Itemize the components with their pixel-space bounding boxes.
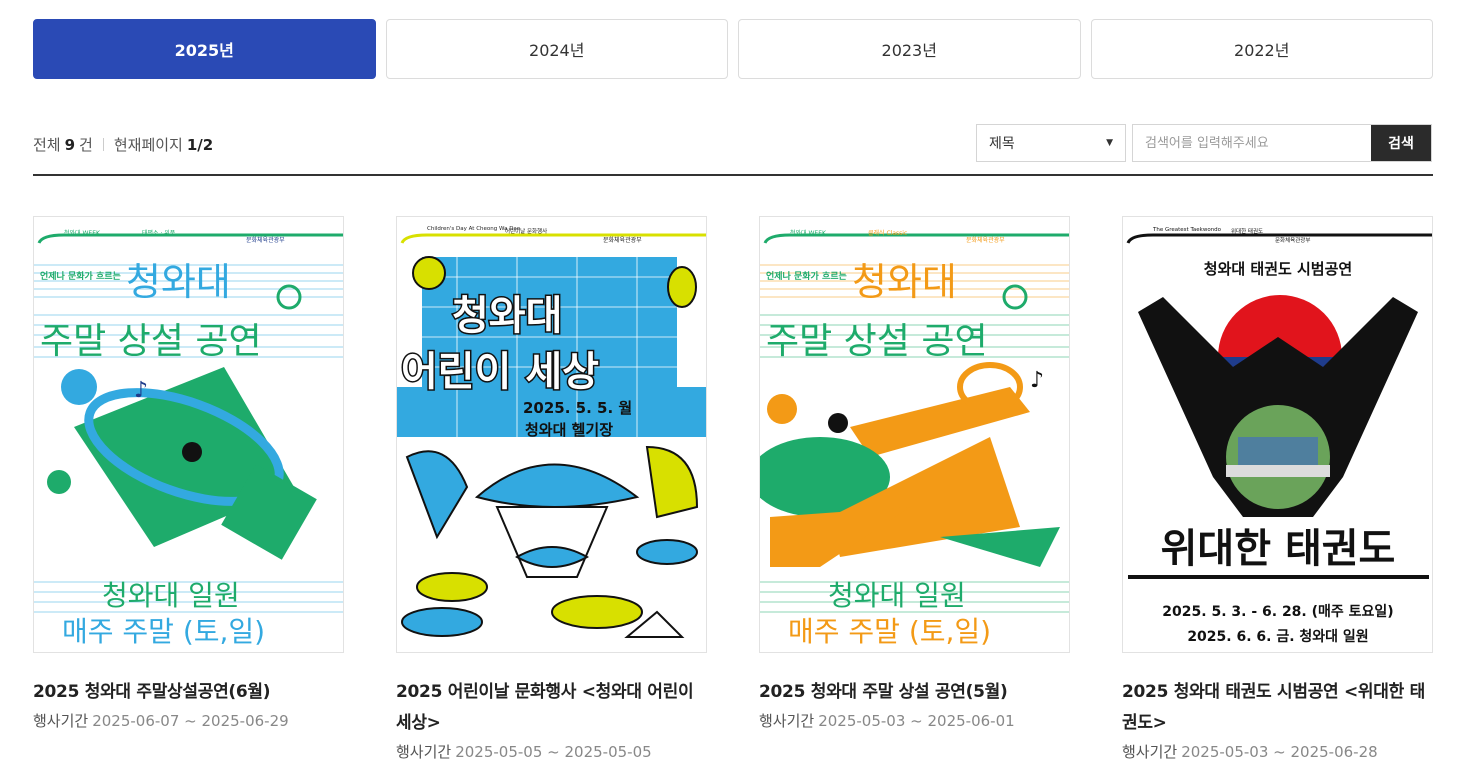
- dropdown-arrow-icon: ▼: [1106, 138, 1113, 148]
- poster-tagline: 언제나 문화가 흐르는: [40, 270, 121, 282]
- poster-headline-1: 청와대: [452, 293, 562, 339]
- poster-taekwondo: The Greatest Taekwondo 위대한 태권도 문화체육관광부 청…: [1123, 217, 1432, 652]
- poster-headline-2: 어린이 세상: [401, 349, 599, 395]
- poster-subhead: 주말 상설 공연: [40, 321, 262, 362]
- poster-headline: 청와대: [852, 260, 957, 304]
- poster-childrens-day: Children's Day At Cheong Wa Dae 어린이날 문화행…: [397, 217, 706, 652]
- svg-text:♪: ♪: [134, 378, 148, 403]
- event-poster[interactable]: 청와대 WEEK 태평소 · 위풍 문화체육관광부 언제나 문화가 흐르는 청와…: [33, 216, 344, 653]
- poster-top-left: 청와대 WEEK: [64, 229, 101, 237]
- poster-weekend-may: 청와대 WEEK 클래식 Classic 문화체육관광부 언제나 문화가 흐르는…: [760, 217, 1069, 652]
- search-field-select[interactable]: 제목 ▼: [976, 124, 1126, 162]
- period-dates: 2025-05-03 ~ 2025-06-28: [1181, 743, 1378, 761]
- event-poster[interactable]: The Greatest Taekwondo 위대한 태권도 문화체육관광부 청…: [1122, 216, 1433, 653]
- period-dates: 2025-06-07 ~ 2025-06-29: [92, 712, 289, 730]
- poster-schedule: 매주 주말 (토,일): [788, 615, 991, 648]
- total-count: 9: [64, 135, 76, 154]
- search-input[interactable]: [1133, 125, 1371, 161]
- tab-2025[interactable]: 2025년: [33, 19, 376, 79]
- event-card[interactable]: 청와대 WEEK 클래식 Classic 문화체육관광부 언제나 문화가 흐르는…: [759, 216, 1070, 762]
- poster-place: 청와대 일원: [828, 579, 966, 612]
- total-label: 전체: [33, 136, 61, 154]
- poster-place: 청와대 헬기장: [525, 421, 613, 439]
- total-unit: 건: [79, 136, 93, 154]
- search-bar: 제목 ▼ 검색: [976, 124, 1432, 162]
- period-label: 행사기간: [33, 712, 89, 730]
- poster-org: 문화체육관광부: [246, 236, 285, 244]
- search-field-value: 제목: [989, 136, 1015, 152]
- event-poster[interactable]: 청와대 WEEK 클래식 Classic 문화체육관광부 언제나 문화가 흐르는…: [759, 216, 1070, 653]
- event-title[interactable]: 2025 청와대 태권도 시범공연 <위대한 태권도>: [1122, 677, 1433, 739]
- tab-2022[interactable]: 2022년: [1090, 19, 1433, 79]
- page-label: 현재페이지: [113, 136, 183, 154]
- period-dates: 2025-05-05 ~ 2025-05-05: [455, 743, 652, 761]
- poster-org: 문화체육관광부: [603, 236, 642, 244]
- event-title[interactable]: 2025 청와대 주말상설공연(6월): [33, 677, 344, 708]
- poster-date: 2025. 5. 5. 월: [523, 399, 632, 417]
- poster-subhead: 주말 상설 공연: [766, 321, 988, 362]
- event-period: 행사기간 2025-06-07 ~ 2025-06-29: [33, 710, 344, 731]
- poster-top-mid: 클래식 Classic: [868, 229, 907, 237]
- event-card[interactable]: The Greatest Taekwondo 위대한 태권도 문화체육관광부 청…: [1122, 216, 1433, 762]
- poster-weekend-june: 청와대 WEEK 태평소 · 위풍 문화체육관광부 언제나 문화가 흐르는 청와…: [34, 217, 343, 652]
- page-value: 1/2: [186, 135, 214, 154]
- poster-top-left: 청와대 WEEK: [790, 229, 827, 237]
- list-summary: 전체 9 건 현재페이지 1/2: [33, 134, 217, 155]
- list-divider: [33, 174, 1433, 176]
- poster-top-mid: 위대한 태권도: [1231, 227, 1263, 235]
- event-card[interactable]: Children's Day At Cheong Wa Dae 어린이날 문화행…: [396, 216, 707, 762]
- search-button[interactable]: 검색: [1371, 125, 1431, 161]
- poster-top-mid: 어린이날 문화행사: [505, 227, 547, 235]
- summary-divider: [102, 138, 104, 151]
- poster-top-mid: 태평소 · 위풍: [142, 229, 176, 237]
- tab-2024[interactable]: 2024년: [385, 19, 728, 79]
- tab-2023[interactable]: 2023년: [738, 19, 1081, 79]
- event-period: 행사기간 2025-05-05 ~ 2025-05-05: [396, 741, 707, 762]
- event-period: 행사기간 2025-05-03 ~ 2025-06-01: [759, 710, 1070, 731]
- poster-org: 문화체육관광부: [1275, 236, 1310, 244]
- period-label: 행사기간: [759, 712, 815, 730]
- poster-date-2: 2025. 6. 6. 금. 청와대 일원: [1187, 628, 1368, 645]
- event-period: 행사기간 2025-05-03 ~ 2025-06-28: [1122, 741, 1433, 762]
- poster-schedule: 매주 주말 (토,일): [62, 615, 265, 648]
- poster-headline: 위대한 태권도: [1161, 526, 1396, 572]
- poster-top-left: The Greatest Taekwondo: [1152, 227, 1222, 233]
- event-card[interactable]: 청와대 WEEK 태평소 · 위풍 문화체육관광부 언제나 문화가 흐르는 청와…: [33, 216, 344, 762]
- period-dates: 2025-05-03 ~ 2025-06-01: [818, 712, 1015, 730]
- period-label: 행사기간: [396, 743, 452, 761]
- poster-header: 청와대 태권도 시범공연: [1204, 260, 1352, 278]
- period-label: 행사기간: [1122, 743, 1178, 761]
- poster-headline: 청와대: [126, 260, 231, 304]
- svg-text:♪: ♪: [1030, 368, 1044, 393]
- search-input-wrap: 검색: [1132, 124, 1432, 162]
- year-tabs: 2025년 2024년 2023년 2022년: [33, 19, 1433, 79]
- event-title[interactable]: 2025 청와대 주말 상설 공연(5월): [759, 677, 1070, 708]
- poster-date-1: 2025. 5. 3. - 6. 28. (매주 토요일): [1162, 604, 1393, 620]
- event-list: 청와대 WEEK 태평소 · 위풍 문화체육관광부 언제나 문화가 흐르는 청와…: [33, 216, 1433, 762]
- event-title[interactable]: 2025 어린이날 문화행사 <청와대 어린이 세상>: [396, 677, 707, 739]
- poster-org: 문화체육관광부: [966, 236, 1005, 244]
- poster-tagline: 언제나 문화가 흐르는: [766, 270, 847, 282]
- poster-place: 청와대 일원: [102, 579, 240, 612]
- event-poster[interactable]: Children's Day At Cheong Wa Dae 어린이날 문화행…: [396, 216, 707, 653]
